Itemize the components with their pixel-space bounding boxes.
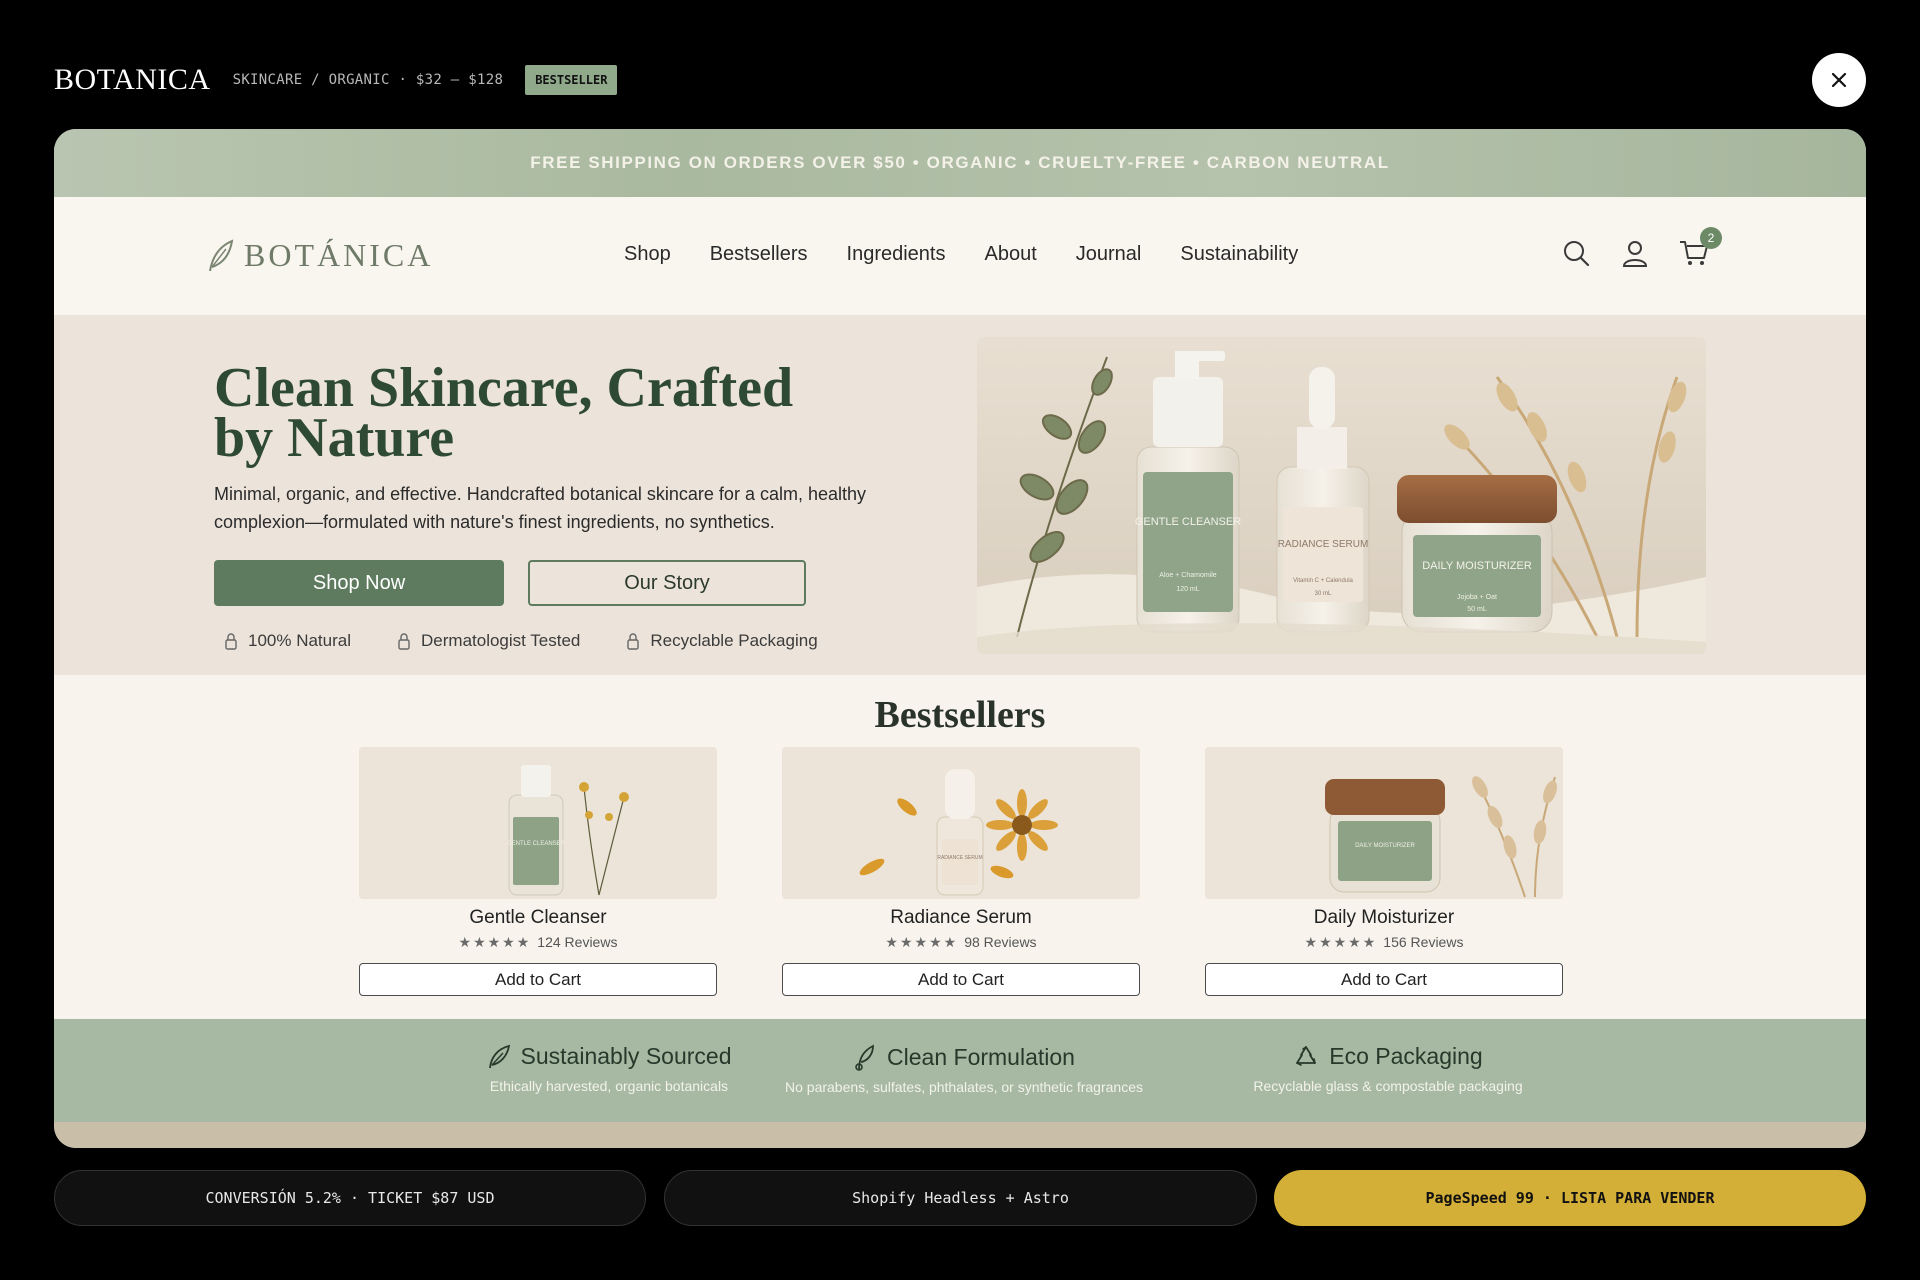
svg-text:50 mL: 50 mL [1467,606,1487,613]
promo-text: FREE SHIPPING ON ORDERS OVER $50 • ORGAN… [530,153,1390,172]
value-subtitle: Recyclable glass & compostable packaging [1253,1078,1523,1094]
add-to-cart-button[interactable]: Add to Cart [1205,963,1563,996]
svg-text:DAILY MOISTURIZER: DAILY MOISTURIZER [1422,560,1532,572]
rating-stars: ★★★★★ [1304,934,1378,950]
review-count: 124 Reviews [537,934,618,950]
nav-shop[interactable]: Shop [624,243,671,266]
nav-bestsellers[interactable]: Bestsellers [710,243,808,266]
main-menu: Shop Bestsellers Ingredients About Journ… [624,243,1337,266]
product-name[interactable]: Radiance Serum [782,907,1140,929]
product-image[interactable]: GENTLE CLEANSER [359,747,717,899]
rating-stars: ★★★★★ [458,934,532,950]
site-logo[interactable]: BOTÁNICA [206,237,433,274]
trust-badges: 100% Natural Dermatologist Tested Recycl… [224,631,864,651]
cart-count-badge: 2 [1700,227,1722,249]
badge-derm-tested: Dermatologist Tested [397,631,580,651]
value-subtitle: Ethically harvested, organic botanicals [489,1078,729,1094]
svg-text:Jojoba + Oat: Jojoba + Oat [1457,594,1497,601]
add-to-cart-button[interactable]: Add to Cart [782,963,1140,996]
product-rating: ★★★★★ 98 Reviews [782,934,1140,951]
site-nav: BOTÁNICA Shop Bestsellers Ingredients Ab… [54,197,1866,315]
svg-text:30 mL: 30 mL [1315,591,1332,597]
status-pill[interactable]: PageSpeed 99 · LISTA PARA VENDER [1274,1170,1866,1226]
hero-title: Clean Skincare, Crafted by Nature [214,357,794,469]
product-image[interactable]: DAILY MOISTURIZER [1205,747,1563,899]
promo-bar: FREE SHIPPING ON ORDERS OVER $50 • ORGAN… [54,129,1866,197]
recycle-icon [1296,1045,1317,1066]
nav-sustainability[interactable]: Sustainability [1180,243,1298,266]
svg-text:Vitamin C + Calendula: Vitamin C + Calendula [1293,578,1353,584]
nav-actions: 2 [1533,227,1722,269]
footer-preview-edge [54,1122,1866,1148]
product-name[interactable]: Daily Moisturizer [1205,907,1563,929]
close-button[interactable] [1812,53,1866,107]
product-rating: ★★★★★ 156 Reviews [1205,934,1563,951]
review-count: 98 Reviews [964,934,1037,950]
product-card-radiance-serum: RADIANCE SERUM Radiance Serum ★★★★★ 98 Re… [782,747,1140,996]
review-count: 156 Reviews [1383,934,1464,950]
our-story-button[interactable]: Our Story [528,560,806,606]
svg-text:DAILY MOISTURIZER: DAILY MOISTURIZER [1355,843,1415,849]
rating-stars: ★★★★★ [885,934,959,950]
lock-icon [627,633,640,650]
store-preview: FREE SHIPPING ON ORDERS OVER $50 • ORGAN… [54,129,1866,1148]
product-image[interactable]: RADIANCE SERUM [782,747,1140,899]
hero-section: Clean Skincare, Crafted by Nature Minima… [54,315,1866,675]
svg-text:Aloe + Chamomile: Aloe + Chamomile [1159,572,1216,579]
bestsellers-section: Bestsellers GENTLE CLEANSER Gentle Clean… [54,675,1866,1019]
svg-text:RADIANCE SERUM: RADIANCE SERUM [937,855,982,861]
badge-recyclable: Recyclable Packaging [626,631,818,651]
values-strip: Sustainably Sourced Ethically harvested,… [54,1019,1866,1122]
product-card-gentle-cleanser: GENTLE CLEANSER Gentle Cleanser ★★★★★ 124… [359,747,717,996]
svg-text:120 mL: 120 mL [1176,586,1199,593]
bestseller-badge: BESTSELLER [525,65,618,95]
hero-product-image: GENTLE CLEANSER Aloe + Chamomile 120 mL … [977,337,1706,654]
nav-ingredients[interactable]: Ingredients [847,243,946,266]
nav-about[interactable]: About [985,243,1037,266]
sprout-icon [855,1044,874,1071]
account-button[interactable] [1619,237,1651,269]
leaf-logo-icon [209,238,234,271]
conversion-pill: CONVERSIÓN 5.2% · TICKET $87 USD [54,1170,646,1226]
logo-text: BOTÁNICA [244,237,434,273]
value-sustainably-sourced: Sustainably Sourced Ethically harvested,… [409,1043,809,1094]
overlay-header: BOTANICA SKINCARE / ORGANIC · $32 – $128… [54,63,618,96]
shop-now-button[interactable]: Shop Now [214,560,504,606]
bestsellers-title: Bestsellers [874,694,1046,736]
product-card-daily-moisturizer: DAILY MOISTURIZER Daily Moisturizer ★★★★… [1205,747,1563,996]
svg-text:RADIANCE SERUM: RADIANCE SERUM [1278,539,1369,550]
cart-button[interactable]: 2 [1678,227,1722,269]
leaf-icon [488,1044,510,1068]
svg-text:GENTLE CLEANSER: GENTLE CLEANSER [1135,516,1241,528]
overlay-brand: BOTANICA [54,63,211,96]
svg-text:GENTLE CLEANSER: GENTLE CLEANSER [507,841,566,847]
value-subtitle: No parabens, sulfates, phthalates, or sy… [785,1079,1143,1095]
product-name[interactable]: Gentle Cleanser [359,907,717,929]
close-icon [1831,72,1847,88]
product-rating: ★★★★★ 124 Reviews [359,934,717,951]
badge-natural: 100% Natural [224,631,351,651]
lock-icon [398,633,410,650]
nav-journal[interactable]: Journal [1076,243,1142,266]
value-clean-formulation: Clean Formulation No parabens, sulfates,… [764,1043,1164,1096]
lock-icon [225,633,237,650]
search-icon [1564,241,1590,267]
add-to-cart-button[interactable]: Add to Cart [359,963,717,996]
hero-subtitle: Minimal, organic, and effective. Handcra… [214,484,866,532]
search-button[interactable] [1560,237,1592,269]
stack-pill: Shopify Headless + Astro [664,1170,1257,1226]
overlay-meta: SKINCARE / ORGANIC · $32 – $128 [232,72,504,88]
value-eco-packaging: Eco Packaging Recyclable glass & compost… [1188,1043,1588,1094]
account-icon [1622,241,1648,267]
